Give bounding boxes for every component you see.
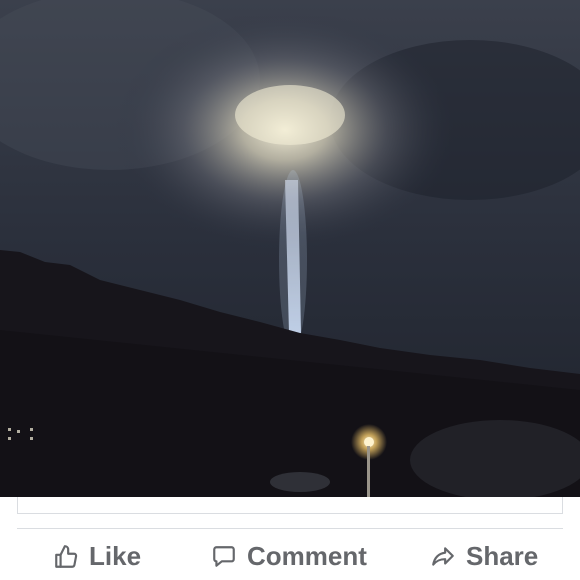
like-button[interactable]: Like [53, 541, 141, 572]
photo-night-sky [0, 0, 580, 497]
post-card-footer-frame [17, 497, 563, 514]
comment-button[interactable]: Comment [211, 541, 367, 572]
share-arrow-icon [430, 544, 456, 570]
share-label: Share [466, 541, 539, 571]
like-label: Like [89, 541, 142, 571]
share-button[interactable]: Share [430, 541, 538, 572]
post-photo[interactable] [0, 0, 580, 497]
post-actions-bar: Like Comment Share [0, 529, 580, 580]
speech-bubble-icon [211, 544, 237, 570]
thumbs-up-icon [53, 544, 79, 570]
comment-label: Comment [247, 541, 367, 571]
